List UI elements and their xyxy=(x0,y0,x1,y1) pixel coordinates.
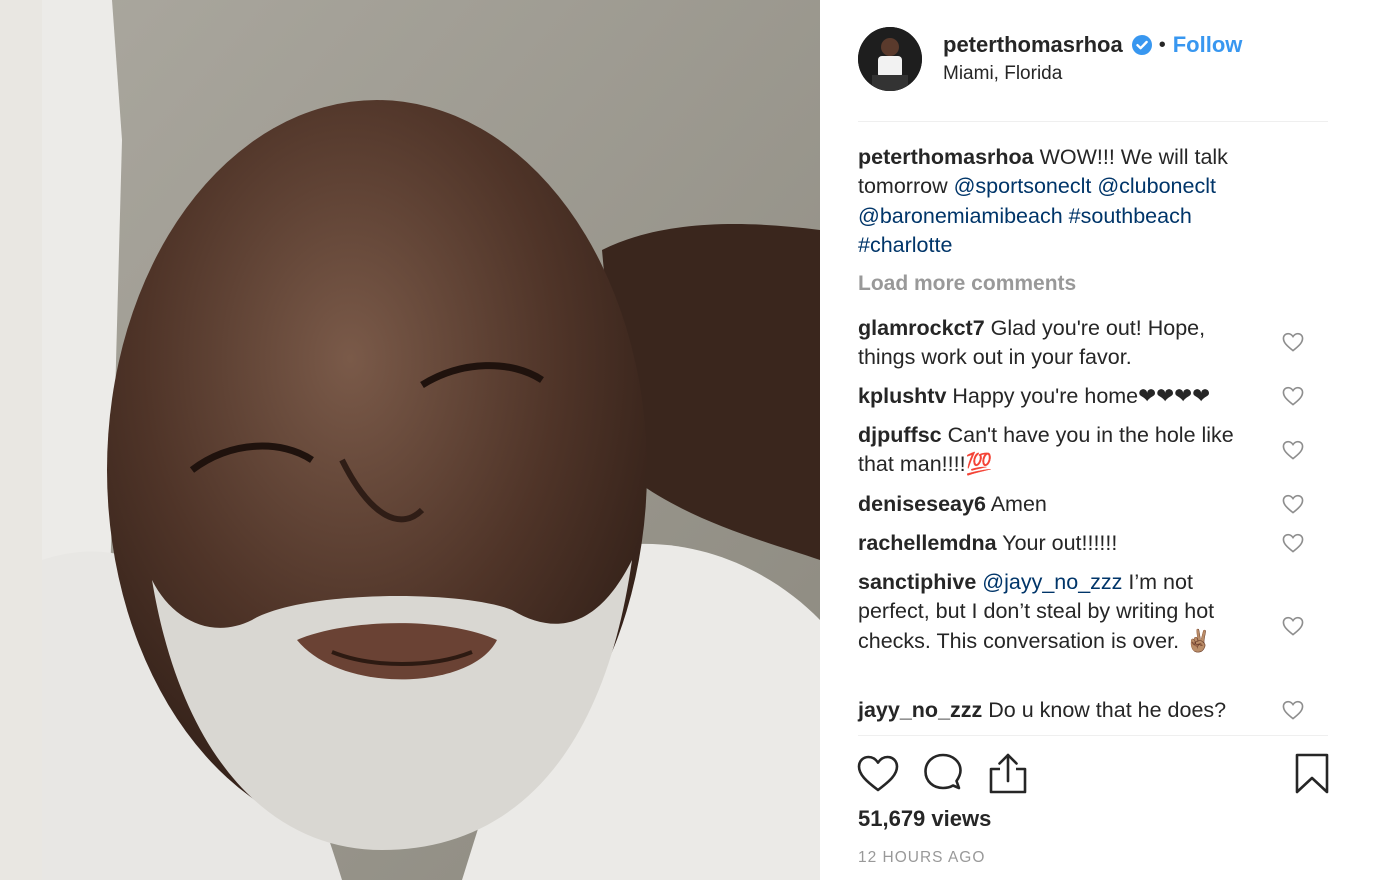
comment-like-heart-icon[interactable] xyxy=(1282,494,1304,514)
comment-item: deniseseay6 Amen xyxy=(858,490,1268,519)
post-video[interactable] xyxy=(42,0,820,880)
hashtag-link[interactable]: #southbeach xyxy=(1069,204,1192,228)
load-more-comments-button[interactable]: Load more comments xyxy=(858,272,1076,296)
comment-username[interactable]: sanctiphive xyxy=(858,570,976,594)
comment-item: sanctiphive @jayy_no_zzz I’m not perfect… xyxy=(858,568,1268,656)
bookmark-icon[interactable] xyxy=(1290,752,1334,796)
left-edge-strip xyxy=(0,0,42,880)
comment-like-heart-icon[interactable] xyxy=(1282,616,1304,636)
comment-username[interactable]: deniseseay6 xyxy=(858,492,986,516)
mention-link[interactable]: @sportsoneclt xyxy=(954,174,1092,198)
comment-item: rachellemdna Your out!!!!!! xyxy=(858,529,1268,558)
share-icon[interactable] xyxy=(986,752,1030,796)
comment-item: djpuffsc Can't have you in the hole like… xyxy=(858,421,1268,480)
mention-link[interactable]: @baronemiamibeach xyxy=(858,204,1063,228)
mention-link[interactable]: @jayy_no_zzz xyxy=(982,570,1122,594)
post-caption: peterthomasrhoa WOW!!! We will talk tomo… xyxy=(858,143,1278,261)
hashtag-link[interactable]: #charlotte xyxy=(858,233,952,257)
mention-link[interactable]: @cluboneclt xyxy=(1097,174,1216,198)
views-count[interactable]: 51,679 views xyxy=(858,806,991,832)
avatar-image xyxy=(858,27,922,91)
comment-text: Do u know that he does? xyxy=(982,698,1227,722)
comment-username[interactable]: glamrockct7 xyxy=(858,316,985,340)
comment-item: glamrockct7 Glad you're out! Hope, thing… xyxy=(858,314,1268,373)
follow-button[interactable]: Follow xyxy=(1173,32,1243,58)
post-header: peterthomasrhoa • Follow Miami, Florida xyxy=(858,27,1328,91)
comment-like-heart-icon[interactable] xyxy=(1282,440,1304,460)
caption-username[interactable]: peterthomasrhoa xyxy=(858,145,1034,169)
comment-username[interactable]: jayy_no_zzz xyxy=(858,698,982,722)
comment-username[interactable]: djpuffsc xyxy=(858,423,942,447)
divider xyxy=(858,121,1328,122)
comment-bubble-icon[interactable] xyxy=(921,752,965,796)
comment-username[interactable]: kplushtv xyxy=(858,384,946,408)
post-author-username[interactable]: peterthomasrhoa xyxy=(943,32,1123,58)
comment-item: kplushtv Happy you're home❤❤❤❤ xyxy=(858,382,1268,411)
comment-text: Happy you're home❤❤❤❤ xyxy=(946,384,1211,408)
heart-icon[interactable] xyxy=(856,752,900,796)
post-timestamp[interactable]: 12 HOURS AGO xyxy=(858,849,985,867)
post-details-panel: peterthomasrhoa • Follow Miami, Florida … xyxy=(820,0,1380,880)
divider xyxy=(858,735,1328,736)
comment-text: Amen xyxy=(985,492,1047,516)
separator-dot: • xyxy=(1158,33,1166,56)
comment-username[interactable]: rachellemdna xyxy=(858,531,997,555)
comment-like-heart-icon[interactable] xyxy=(1282,700,1304,720)
verified-badge-icon xyxy=(1131,34,1153,56)
comment-text: Your out!!!!!! xyxy=(996,531,1118,555)
avatar[interactable] xyxy=(858,27,922,91)
comment-like-heart-icon[interactable] xyxy=(1282,332,1304,352)
post-location[interactable]: Miami, Florida xyxy=(943,63,1242,85)
video-frame-image xyxy=(42,0,820,880)
comment-item: jayy_no_zzz Do u know that he does? xyxy=(858,696,1268,725)
comment-like-heart-icon[interactable] xyxy=(1282,386,1304,406)
comment-like-heart-icon[interactable] xyxy=(1282,533,1304,553)
